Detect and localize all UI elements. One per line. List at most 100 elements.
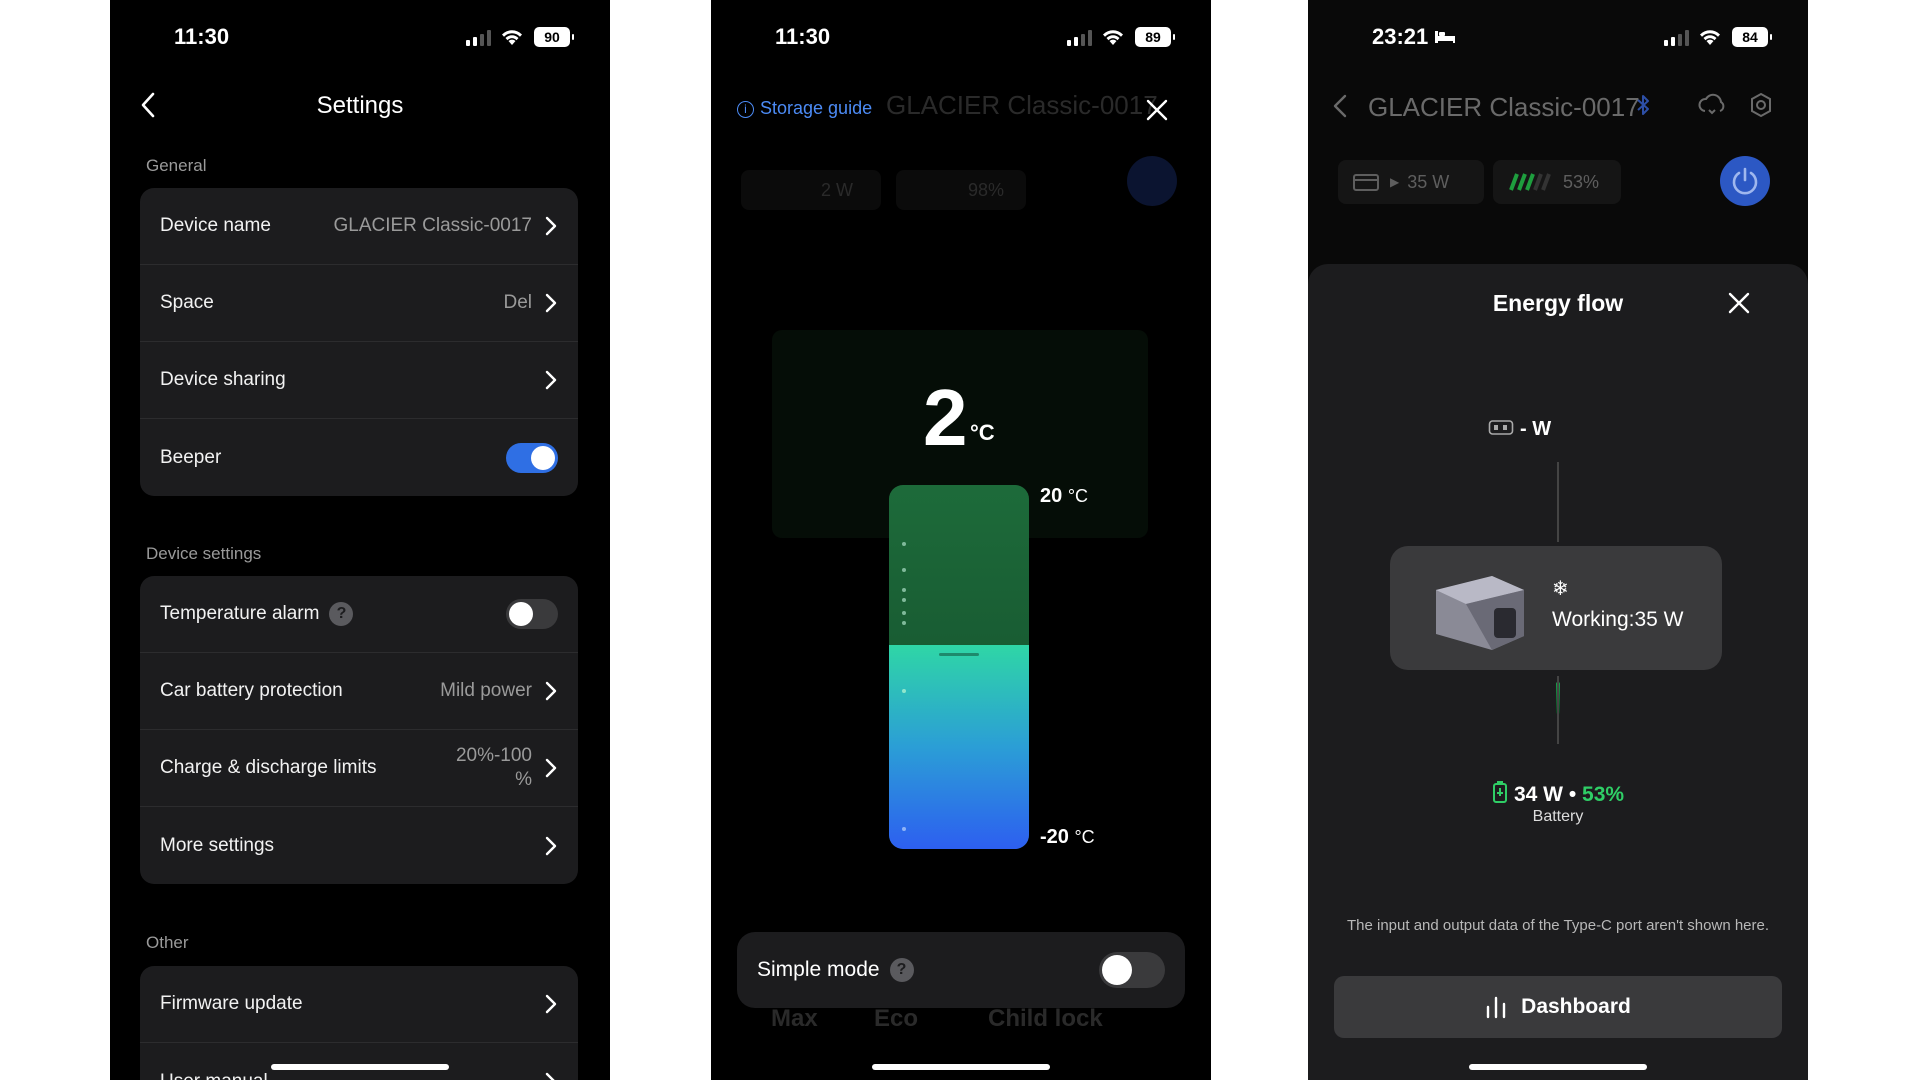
limits-value-line2: % bbox=[515, 769, 532, 790]
chevron-right-icon bbox=[545, 681, 557, 701]
simple-mode-text: Simple mode? bbox=[757, 957, 1099, 983]
beeper-row: Beeper bbox=[140, 419, 578, 496]
status-bar: 11:30 89 bbox=[711, 0, 1211, 74]
background-power-button bbox=[1127, 156, 1177, 206]
background-input-pill: 2 W bbox=[741, 170, 881, 210]
status-time: 11:30 bbox=[174, 24, 230, 49]
temperature-alarm-toggle[interactable] bbox=[506, 599, 558, 629]
help-icon[interactable]: ? bbox=[329, 602, 354, 626]
info-icon: i bbox=[737, 101, 754, 118]
car-battery-protection-row[interactable]: Car battery protection Mild power bbox=[140, 653, 578, 730]
back-icon[interactable] bbox=[1330, 93, 1350, 119]
simple-mode-label: Simple mode bbox=[757, 957, 880, 981]
energy-flow-screen: 23:21 84 GLACIER Classic-0017 ▶ 35 W 53% … bbox=[1308, 0, 1808, 1080]
background-mode-eco: Eco bbox=[874, 1005, 919, 1032]
device-name-row[interactable]: Device name GLACIER Classic-0017 bbox=[140, 188, 578, 265]
section-device-settings-label: Device settings bbox=[146, 544, 262, 563]
row-label: Charge & discharge limits bbox=[160, 757, 377, 778]
cellular-signal-icon bbox=[1067, 30, 1093, 46]
row-label: Device sharing bbox=[160, 369, 286, 390]
storage-guide-link[interactable]: i Storage guide bbox=[737, 98, 872, 119]
user-manual-row[interactable]: User manual bbox=[140, 1043, 578, 1080]
settings-icon[interactable] bbox=[1748, 92, 1774, 118]
general-card: Device name GLACIER Classic-0017 Space D… bbox=[140, 188, 578, 496]
battery-percentage: 53% bbox=[1582, 783, 1625, 806]
battery-label: Battery bbox=[1532, 808, 1584, 825]
slider-handle[interactable] bbox=[939, 653, 979, 657]
battery-indicator: 84 bbox=[1732, 27, 1772, 47]
fridge-device-icon bbox=[1436, 576, 1524, 650]
device-title: GLACIER Classic-0017 bbox=[1368, 92, 1640, 122]
max-temp-value: 20 bbox=[1040, 485, 1063, 507]
background-mode-max: Max bbox=[771, 1005, 818, 1032]
wifi-icon bbox=[502, 30, 522, 45]
row-label: More settings bbox=[160, 834, 275, 856]
car-battery-value: Mild power bbox=[440, 680, 532, 701]
close-icon[interactable] bbox=[1726, 290, 1752, 316]
simple-mode-toggle[interactable] bbox=[1099, 952, 1165, 988]
status-time-text: 23:21 bbox=[1372, 24, 1429, 49]
battery-flow-readout: 34 W • 53% bbox=[1308, 780, 1808, 807]
temp-alarm-label: Temperature alarm bbox=[160, 603, 320, 625]
other-card: Firmware update User manual bbox=[140, 966, 578, 1080]
bed-icon bbox=[1435, 31, 1456, 43]
battery-charging-icon bbox=[1492, 781, 1507, 803]
status-bar: 11:30 90 bbox=[110, 0, 610, 74]
row-label: Space bbox=[160, 292, 214, 313]
current-temperature: 2 bbox=[923, 373, 968, 462]
row-label: Car battery protection bbox=[160, 680, 343, 701]
snowflake-icon: ❄ bbox=[1552, 578, 1569, 600]
dashboard-button[interactable]: Dashboard bbox=[1334, 976, 1782, 1038]
space-row[interactable]: Space Del bbox=[140, 265, 578, 342]
scale-dot bbox=[902, 568, 906, 572]
row-label: Firmware update bbox=[160, 993, 303, 1014]
type-c-note: The input and output data of the Type-C … bbox=[1346, 917, 1770, 934]
battery-indicator: 89 bbox=[1135, 27, 1175, 47]
scale-dot bbox=[902, 611, 906, 615]
toggle-knob bbox=[1102, 955, 1132, 985]
chevron-right-icon bbox=[545, 1072, 556, 1080]
scale-dot bbox=[902, 689, 906, 694]
toggle-knob bbox=[509, 602, 533, 626]
scale-dot bbox=[902, 621, 906, 625]
background-mode-child-lock: Child lock bbox=[988, 1005, 1103, 1032]
input-watts: - W bbox=[1520, 418, 1552, 440]
temperature-slider[interactable] bbox=[889, 485, 1029, 849]
row-label: Beeper bbox=[160, 446, 222, 468]
max-temp-unit: °C bbox=[1067, 486, 1089, 506]
temperature-screen: 11:30 89 GLACIER Classic-0017 2 W 98% Ma… bbox=[711, 0, 1211, 1080]
current-temperature-unit: °C bbox=[970, 420, 995, 445]
scale-dot bbox=[902, 598, 906, 602]
more-settings-row[interactable]: More settings bbox=[140, 807, 578, 884]
firmware-update-row[interactable]: Firmware update bbox=[140, 966, 578, 1043]
device-sharing-row[interactable]: Device sharing bbox=[140, 342, 578, 419]
temperature-alarm-row: Temperature alarm? bbox=[140, 576, 578, 653]
battery-power: 34 W bbox=[1513, 783, 1563, 806]
energy-flow-sheet: Energy flow - W ❄ Working:35 W 34 W • 53… bbox=[1308, 264, 1808, 1080]
power-button[interactable] bbox=[1720, 156, 1770, 206]
status-bar: 23:21 84 bbox=[1308, 0, 1808, 74]
back-icon[interactable] bbox=[134, 90, 164, 120]
home-indicator[interactable] bbox=[1469, 1064, 1647, 1070]
home-indicator[interactable] bbox=[271, 1064, 449, 1070]
charge-discharge-limits-row[interactable]: Charge & discharge limits 20%-100% bbox=[140, 730, 578, 807]
close-icon[interactable] bbox=[1144, 97, 1170, 123]
device-name-value: GLACIER Classic-0017 bbox=[333, 215, 532, 236]
device-settings-card: Temperature alarm? Car battery protectio… bbox=[140, 576, 578, 884]
battery-separator: • bbox=[1568, 783, 1577, 806]
cloud-sync-icon[interactable] bbox=[1698, 92, 1726, 118]
home-indicator[interactable] bbox=[872, 1064, 1050, 1070]
storage-guide-label: Storage guide bbox=[760, 98, 873, 118]
settings-screen: 11:30 90 Settings General Device name GL… bbox=[110, 0, 610, 1080]
limits-value-line1: 20%-100 bbox=[455, 745, 532, 766]
background-battery-pill: 98% bbox=[896, 170, 1026, 210]
flow-line-battery bbox=[1557, 676, 1559, 744]
help-icon[interactable]: ? bbox=[889, 958, 914, 983]
battery-pill: 53% bbox=[1493, 160, 1621, 204]
chevron-right-icon bbox=[545, 370, 557, 390]
beeper-toggle[interactable] bbox=[506, 442, 558, 473]
input-power-pill: ▶ 35 W bbox=[1338, 160, 1484, 204]
chevron-right-icon bbox=[545, 216, 557, 236]
battery-bars-icon bbox=[1509, 173, 1551, 191]
wifi-icon bbox=[1103, 30, 1123, 45]
